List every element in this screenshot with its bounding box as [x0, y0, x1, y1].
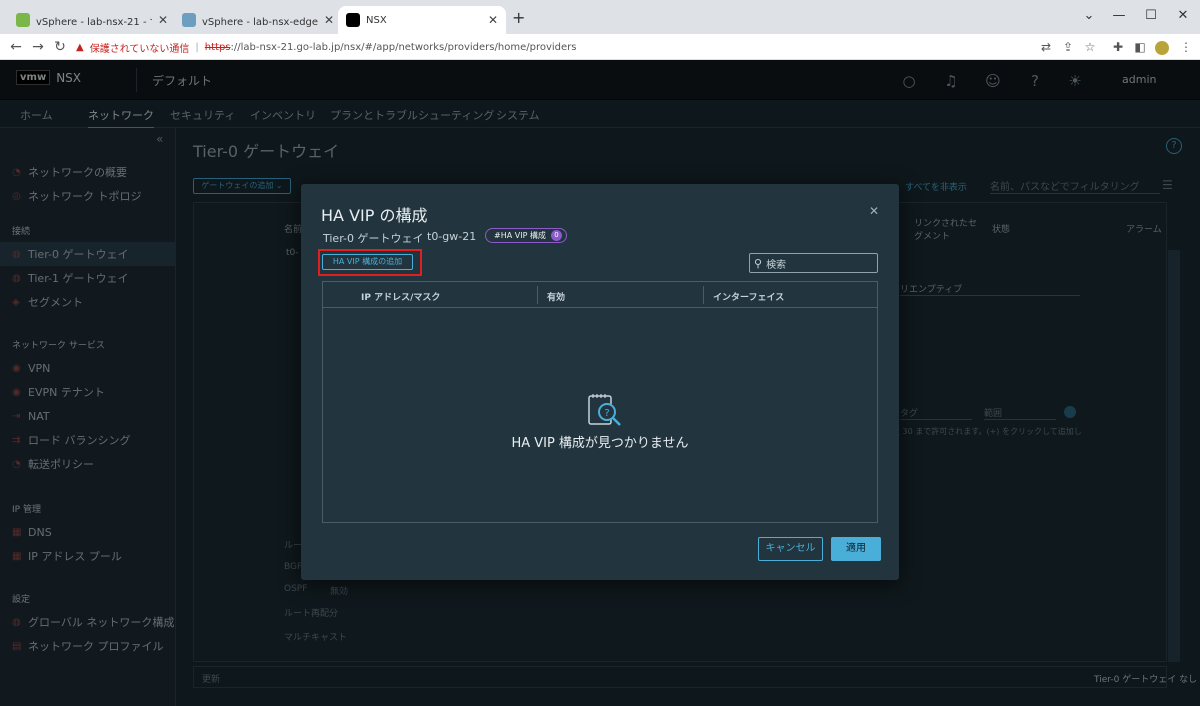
close-tab-icon[interactable]: ✕: [158, 13, 168, 27]
search-placeholder: 検索: [766, 259, 787, 271]
badge-label: #HA VIP 構成: [494, 231, 546, 240]
insecure-label[interactable]: 保護されていない通信: [90, 40, 190, 55]
apply-button[interactable]: 適用: [831, 537, 881, 561]
gateway-label: Tier-0 ゲートウェイ: [323, 232, 424, 245]
translate-icon[interactable]: ⇄: [1036, 37, 1056, 57]
add-ha-vip-button[interactable]: HA VIP 構成の追加: [322, 254, 413, 270]
vsphere-favicon-icon: [182, 13, 196, 27]
column-separator[interactable]: [703, 286, 704, 304]
back-icon[interactable]: ←: [6, 37, 26, 57]
browser-tab[interactable]: vSphere - lab-nsx-edge-22 - サ ✕: [174, 6, 342, 34]
browser-tab[interactable]: vSphere - lab-nsx-21 - サマリ ✕: [8, 6, 176, 34]
tab-search-icon[interactable]: ⌄: [1074, 4, 1104, 28]
search-icon: ⚲: [754, 256, 763, 270]
tab-title: NSX: [366, 14, 387, 26]
search-input[interactable]: ⚲ 検索: [749, 253, 878, 273]
extensions-icon[interactable]: ✚: [1108, 37, 1128, 57]
forward-icon[interactable]: →: [28, 37, 48, 57]
menu-icon[interactable]: ⋮: [1176, 37, 1196, 57]
close-tab-icon[interactable]: ✕: [324, 13, 334, 27]
url-scheme: https: [204, 41, 231, 53]
nsx-favicon-icon: [346, 13, 360, 27]
maximize-icon[interactable]: ☐: [1136, 4, 1166, 28]
grid-header: IP アドレス/マスク 有効 インターフェイス: [323, 282, 877, 308]
vsphere-favicon-icon: [16, 13, 30, 27]
col-header-enabled[interactable]: 有効: [547, 290, 565, 303]
col-header-ip-mask[interactable]: IP アドレス/マスク: [361, 290, 440, 303]
cancel-button[interactable]: キャンセル: [758, 537, 823, 561]
tab-title: vSphere - lab-nsx-edge-22 - サ: [202, 16, 318, 28]
no-results-icon: ?: [585, 390, 625, 433]
browser-tab-active[interactable]: NSX ✕: [338, 6, 506, 34]
modal-title: HA VIP の構成: [321, 206, 428, 225]
side-panel-icon[interactable]: ◧: [1130, 37, 1150, 57]
col-header-interface[interactable]: インターフェイス: [713, 290, 784, 303]
window-close-icon[interactable]: ✕: [1168, 4, 1198, 28]
badge-count: 0: [550, 230, 562, 241]
profile-avatar-icon[interactable]: [1152, 37, 1172, 57]
column-separator[interactable]: [537, 286, 538, 304]
reload-icon[interactable]: ↻: [50, 37, 70, 57]
ha-vip-config-modal: HA VIP の構成 ✕ Tier-0 ゲートウェイ t0-gw-21 #HA …: [301, 184, 899, 580]
scrollbar-track[interactable]: [1168, 250, 1180, 662]
ha-vip-grid: IP アドレス/マスク 有効 インターフェイス ? HA VIP 構成が見つかり…: [322, 281, 878, 523]
modal-close-icon[interactable]: ✕: [869, 204, 879, 218]
browser-tab-bar: vSphere - lab-nsx-21 - サマリ ✕ vSphere - l…: [0, 0, 1200, 34]
url-field[interactable]: ▲ 保護されていない通信 | https://lab-nsx-21.go-lab…: [76, 37, 1066, 57]
ha-vip-count-badge: #HA VIP 構成 0: [485, 228, 567, 243]
tab-title: vSphere - lab-nsx-21 - サマリ: [36, 16, 152, 28]
address-bar: ← → ↻ ▲ 保護されていない通信 | https://lab-nsx-21.…: [0, 34, 1200, 60]
divider: |: [195, 41, 199, 53]
empty-state-text: HA VIP 構成が見つかりません: [511, 436, 689, 451]
minimize-icon[interactable]: —: [1104, 4, 1134, 28]
bookmark-star-icon[interactable]: ☆: [1080, 37, 1100, 57]
close-tab-icon[interactable]: ✕: [488, 13, 498, 27]
warning-icon: ▲: [76, 41, 84, 53]
url-text: ://lab-nsx-21.go-lab.jp/nsx/#/app/networ…: [230, 41, 577, 53]
share-icon[interactable]: ⇪: [1058, 37, 1078, 57]
svg-text:?: ?: [604, 408, 609, 419]
gateway-name: t0-gw-21: [427, 230, 477, 243]
new-tab-button[interactable]: +: [512, 8, 525, 27]
